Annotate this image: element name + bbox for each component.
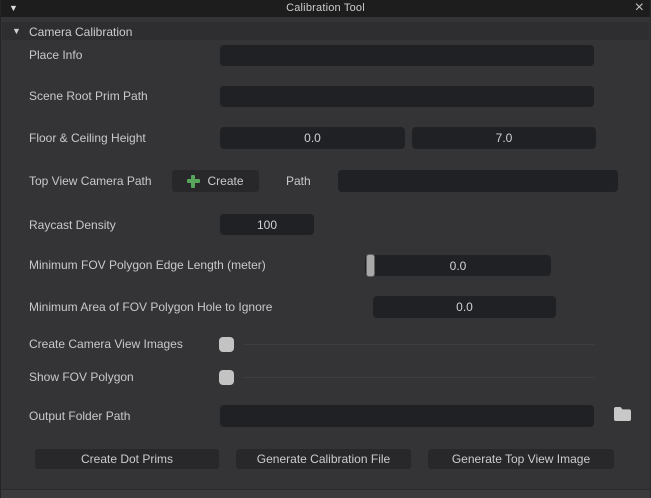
floor-height-input[interactable]: 0.0 bbox=[220, 127, 405, 149]
camera-calibration-section-header[interactable]: ▼ Camera Calibration bbox=[2, 22, 649, 40]
path-label: Path bbox=[286, 174, 311, 188]
generate-top-view-image-button[interactable]: Generate Top View Image bbox=[428, 449, 614, 469]
scene-root-prim-path-label: Scene Root Prim Path bbox=[29, 89, 148, 103]
scene-root-prim-path-input[interactable] bbox=[220, 86, 594, 107]
create-dot-prims-button[interactable]: Create Dot Prims bbox=[35, 449, 219, 469]
create-camera-view-images-label: Create Camera View Images bbox=[29, 337, 183, 351]
title-bar[interactable]: ▼ Calibration Tool × bbox=[1, 0, 650, 17]
top-view-camera-path-input[interactable] bbox=[338, 170, 618, 192]
create-camera-view-images-checkbox[interactable] bbox=[219, 337, 234, 352]
plus-icon bbox=[187, 175, 200, 188]
section-title: Camera Calibration bbox=[29, 25, 132, 39]
ceiling-height-value: 7.0 bbox=[496, 131, 513, 145]
create-dot-prims-label: Create Dot Prims bbox=[81, 452, 173, 466]
window-bottom-edge bbox=[1, 489, 650, 498]
min-fov-edge-length-value: 0.0 bbox=[450, 259, 467, 273]
generate-calibration-file-button[interactable]: Generate Calibration File bbox=[236, 449, 411, 469]
top-view-camera-path-label: Top View Camera Path bbox=[29, 174, 152, 188]
raycast-density-input[interactable]: 100 bbox=[220, 214, 314, 235]
output-folder-path-input[interactable] bbox=[220, 405, 594, 427]
separator-line bbox=[243, 344, 594, 345]
generate-calibration-file-label: Generate Calibration File bbox=[257, 452, 390, 466]
min-fov-edge-length-slider[interactable]: 0.0 bbox=[365, 255, 551, 276]
min-fov-hole-area-label: Minimum Area of FOV Polygon Hole to Igno… bbox=[29, 300, 272, 314]
create-camera-button[interactable]: Create bbox=[172, 170, 259, 192]
min-fov-hole-area-value: 0.0 bbox=[456, 300, 473, 314]
calibration-tool-window: ▼ Calibration Tool × ▼ Camera Calibratio… bbox=[0, 0, 651, 498]
min-fov-edge-length-label: Minimum FOV Polygon Edge Length (meter) bbox=[29, 258, 266, 272]
place-info-input[interactable] bbox=[220, 45, 594, 66]
ceiling-height-input[interactable]: 7.0 bbox=[412, 127, 596, 149]
raycast-density-value: 100 bbox=[257, 218, 277, 232]
separator-line bbox=[243, 377, 594, 378]
show-fov-polygon-checkbox[interactable] bbox=[219, 370, 234, 385]
create-camera-button-label: Create bbox=[207, 174, 243, 188]
window-title: Calibration Tool bbox=[1, 2, 650, 14]
generate-top-view-image-label: Generate Top View Image bbox=[452, 452, 590, 466]
raycast-density-label: Raycast Density bbox=[29, 218, 116, 232]
min-fov-hole-area-input[interactable]: 0.0 bbox=[373, 296, 556, 318]
floor-height-value: 0.0 bbox=[304, 131, 321, 145]
output-folder-path-label: Output Folder Path bbox=[29, 409, 130, 423]
close-icon[interactable]: × bbox=[635, 0, 644, 17]
slider-handle[interactable] bbox=[366, 254, 375, 277]
collapse-triangle-icon[interactable]: ▼ bbox=[12, 26, 21, 36]
place-info-label: Place Info bbox=[29, 48, 82, 62]
browse-folder-button[interactable] bbox=[609, 405, 635, 425]
show-fov-polygon-label: Show FOV Polygon bbox=[29, 370, 134, 384]
folder-icon bbox=[613, 406, 632, 422]
floor-ceiling-height-label: Floor & Ceiling Height bbox=[29, 131, 146, 145]
